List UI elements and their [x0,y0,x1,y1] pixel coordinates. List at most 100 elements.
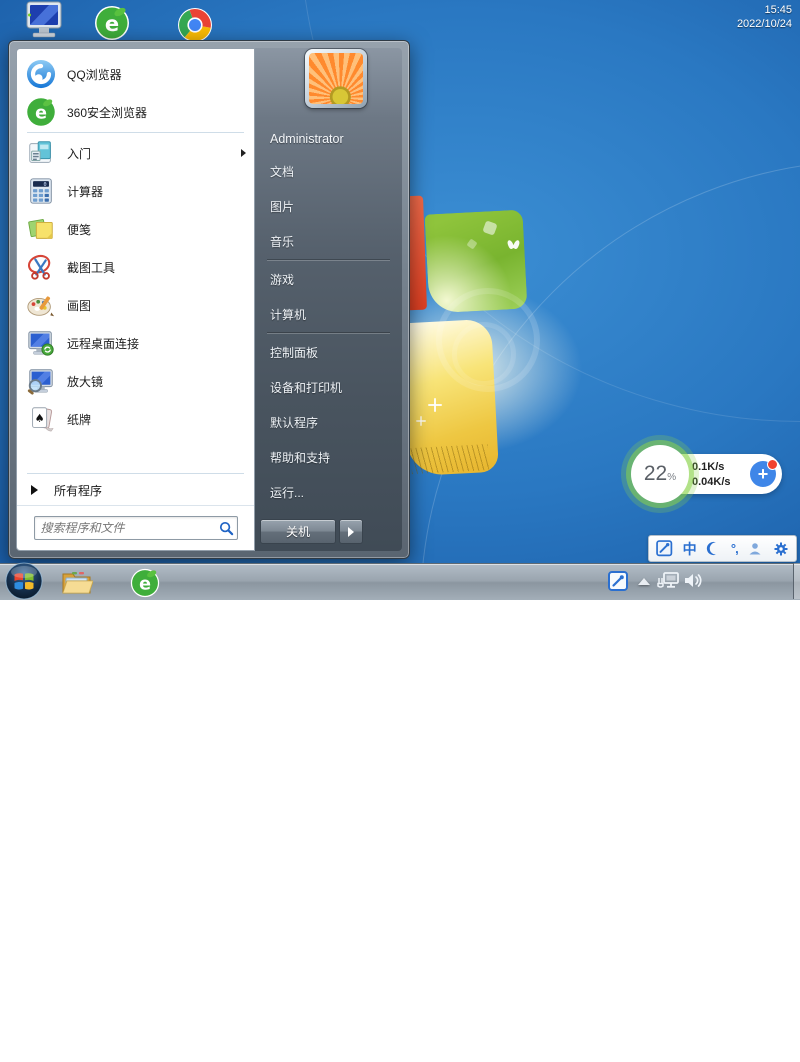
taskbar [0,563,800,600]
menu-item-music[interactable]: 音乐 [255,224,402,259]
menu-item-360-browser[interactable]: e 360安全浏览器 [17,93,254,131]
download-speed: 0.04K/s [692,476,744,488]
menu-item-control-panel[interactable]: 控制面板 [255,335,402,370]
notification-dot [767,459,778,470]
menu-item-games[interactable]: 游戏 [255,262,402,297]
memory-usage-ball[interactable]: 22 % [631,445,689,503]
desktop-icon-computer[interactable] [20,0,66,40]
desktop-icon-chrome[interactable] [176,7,214,43]
snipping-tool-icon [25,251,57,283]
ime-punctuation-button[interactable]: °, [731,536,738,561]
search-input[interactable] [35,521,217,535]
butterfly-icon [508,240,520,250]
shutdown-options-button[interactable] [339,519,363,544]
start-menu-program-panel: QQ浏览器 e 360安全浏览器 [16,48,255,551]
menu-item-help-support[interactable]: 帮助和支持 [255,440,402,475]
menu-item-label: 计算器 [67,183,103,200]
menu-item-solitaire[interactable]: ♠ 纸牌 [17,400,254,438]
user-name: Administrator [255,124,402,154]
svg-text:0: 0 [44,182,47,188]
menu-item-run[interactable]: 运行... [255,475,402,510]
start-menu: QQ浏览器 e 360安全浏览器 [8,40,410,559]
start-menu-places-panel: Administrator 文档 图片 音乐 游戏 计算机 控制面板 设备和打印… [255,48,402,551]
menu-item-label: QQ浏览器 [67,66,122,83]
menu-item-devices-printers[interactable]: 设备和打印机 [255,370,402,405]
usage-percent: 22 [644,462,667,486]
ime-chinese-mode-button[interactable]: 中 [683,536,697,561]
360-browser-icon: e [130,568,160,598]
menu-separator [27,473,244,474]
menu-item-label: 入门 [67,145,91,162]
remote-desktop-icon [25,327,57,359]
menu-item-label: 远程桌面连接 [67,335,139,352]
desktop-icon-360-browser[interactable]: e [93,5,131,41]
360-browser-icon: e [94,5,130,41]
avatar-flower-image [309,53,363,104]
menu-separator [267,260,390,261]
wallpaper-bokeh [452,322,516,386]
windows-orb-icon [5,562,43,600]
svg-text:e: e [35,104,47,124]
search-icon[interactable] [217,521,237,536]
menu-item-calculator[interactable]: 0 计算器 [17,172,254,210]
menu-item-label: 便笺 [67,221,91,238]
360-browser-icon: e [25,96,57,128]
show-hidden-icons-button[interactable] [638,578,650,585]
svg-text:e: e [139,575,151,595]
taskbar-clock[interactable]: 15:45 2022/10/24 [706,3,792,31]
all-programs-label: 所有程序 [54,482,102,499]
desktop: e [0,0,800,600]
menu-item-label: 360安全浏览器 [67,104,147,121]
start-button[interactable] [4,562,44,600]
accelerate-plus-button[interactable]: + [750,461,776,487]
getting-started-icon [25,137,57,169]
show-desktop-button[interactable] [793,563,800,599]
shutdown-button[interactable]: 关机 [260,519,336,544]
menu-item-qq-browser[interactable]: QQ浏览器 [17,55,254,93]
tray-gauge-icon[interactable] [607,570,628,591]
tray-network-icon[interactable] [656,570,680,590]
menu-item-magnifier[interactable]: 放大镜 [17,362,254,400]
plus-icon: + [758,465,769,483]
taskbar-360-browser-button[interactable]: e [129,567,161,599]
svg-text:e: e [105,12,119,36]
menu-item-label: 放大镜 [67,373,103,390]
sticky-notes-icon [25,213,57,245]
menu-item-pictures[interactable]: 图片 [255,189,402,224]
tray-volume-icon[interactable] [682,570,704,590]
menu-item-label: 截图工具 [67,259,115,276]
ime-fullwidth-moon-icon[interactable] [706,536,721,561]
clock-time: 15:45 [706,3,792,17]
ime-profile-icon[interactable] [747,536,763,561]
all-programs-button[interactable]: 所有程序 [17,475,254,505]
folder-icon [61,569,93,596]
menu-item-remote-desktop[interactable]: 远程桌面连接 [17,324,254,362]
solitaire-icon: ♠ [25,403,57,435]
menu-item-sticky-notes[interactable]: 便笺 [17,210,254,248]
svg-text:♠: ♠ [35,412,45,425]
menu-item-label: 画图 [67,297,91,314]
menu-separator [267,333,390,334]
menu-item-computer[interactable]: 计算机 [255,297,402,332]
calculator-icon: 0 [25,175,57,207]
clock-date: 2022/10/24 [706,17,792,31]
search-box [34,516,238,540]
magnifier-icon [25,365,57,397]
wallpaper-sparkle [428,398,442,412]
menu-item-paint[interactable]: 画图 [17,286,254,324]
all-programs-arrow-icon [31,485,38,495]
paint-icon [25,289,57,321]
ime-settings-gear-icon[interactable] [773,536,789,561]
taskbar-explorer-button[interactable] [60,568,94,596]
user-avatar[interactable] [305,49,367,108]
menu-separator [27,132,244,133]
qq-browser-icon [25,58,57,90]
menu-item-default-programs[interactable]: 默认程序 [255,405,402,440]
menu-item-documents[interactable]: 文档 [255,154,402,189]
menu-item-snipping-tool[interactable]: 截图工具 [17,248,254,286]
ime-language-bar: 中 °, [648,535,797,562]
chrome-icon [177,7,213,43]
upload-speed: 0.1K/s [692,461,744,473]
menu-item-getting-started[interactable]: 入门 [17,134,254,172]
ime-status-icon[interactable] [656,536,673,561]
